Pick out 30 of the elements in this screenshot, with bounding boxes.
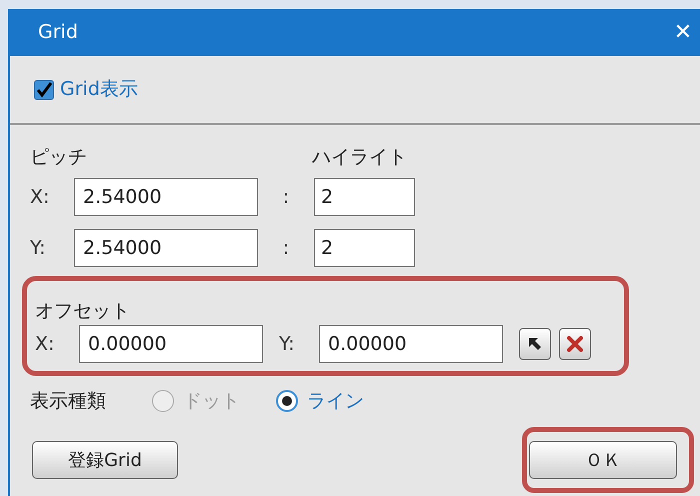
display-type-label: 表示種類: [30, 388, 107, 414]
pitch-label: ピッチ: [30, 144, 88, 170]
radio-label: ライン: [307, 388, 364, 414]
input-field[interactable]: 2.54000: [74, 229, 258, 267]
checkbox-label: Grid表示: [60, 77, 138, 102]
ok-button[interactable]: ＯＫ: [529, 441, 677, 479]
window-title: Grid: [38, 20, 78, 46]
axis-label: Y:: [30, 236, 46, 261]
separator-label: :: [282, 184, 290, 210]
axis-label: X:: [30, 184, 50, 210]
delete-button[interactable]: [559, 328, 591, 360]
register-grid-button[interactable]: 登録Grid: [32, 441, 178, 479]
input-field[interactable]: 2: [314, 229, 415, 267]
radio-label: ドット: [183, 388, 240, 414]
close-icon: [566, 335, 584, 353]
close-button[interactable]: ✕: [668, 18, 698, 48]
input-field[interactable]: 0.00000: [79, 325, 263, 363]
highlight-label: ハイライト: [312, 144, 407, 170]
checkbox[interactable]: [34, 80, 54, 100]
input-field[interactable]: 0.00000: [319, 325, 503, 363]
input-field[interactable]: 2: [314, 178, 415, 216]
axis-label: Y:: [279, 332, 296, 357]
radio-button[interactable]: [276, 390, 298, 412]
separator-label: :: [282, 236, 290, 261]
offset-label: オフセット: [35, 299, 131, 323]
axis-label: X:: [35, 332, 56, 357]
arrow-button[interactable]: [519, 328, 551, 360]
radio-button[interactable]: [152, 390, 174, 412]
input-field[interactable]: 2.54000: [74, 178, 258, 216]
arrow-icon: [527, 336, 543, 352]
